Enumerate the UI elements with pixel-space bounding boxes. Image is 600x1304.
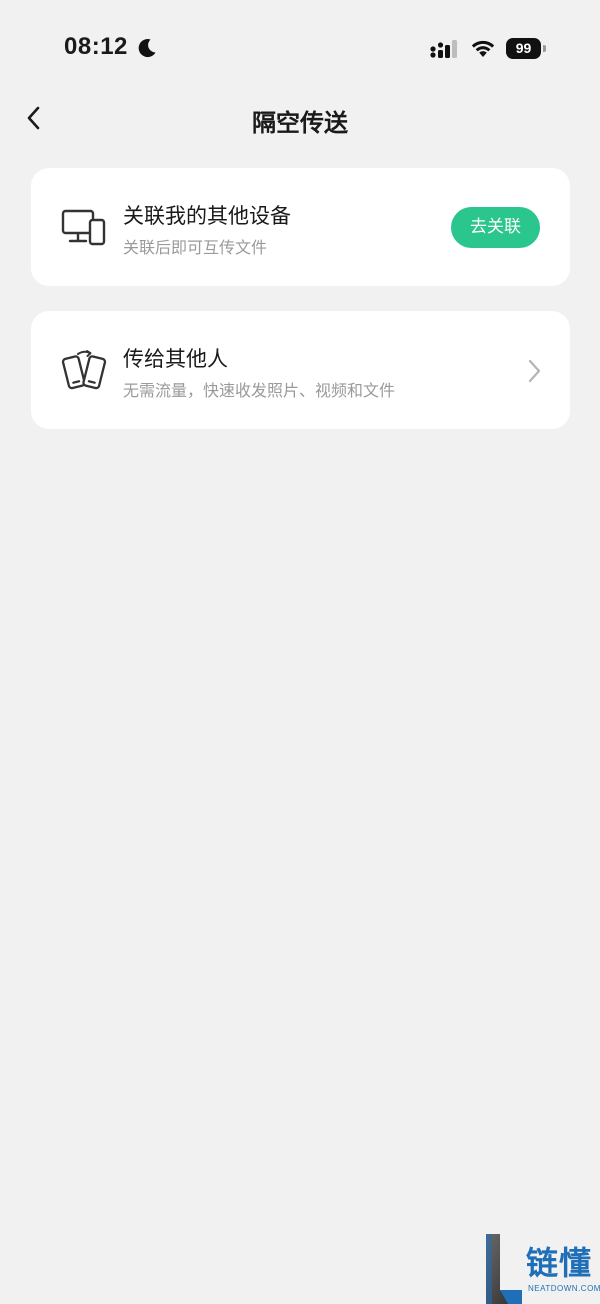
phones-transfer-icon — [61, 350, 107, 390]
battery-icon: 99 — [506, 38, 546, 59]
link-button[interactable]: 去关联 — [451, 207, 540, 248]
battery-tip — [543, 45, 546, 52]
card-subtitle: 无需流量，快速收发照片、视频和文件 — [123, 381, 396, 400]
watermark: 链懂 NEATDOWN.COM — [486, 1234, 600, 1304]
link-devices-card[interactable]: 关联我的其他设备 关联后即可互传文件 去关联 — [31, 168, 570, 286]
card-subtitle: 关联后即可互传文件 — [123, 238, 268, 257]
chevron-right-icon — [528, 359, 541, 383]
status-time: 08:12 — [64, 33, 128, 60]
nav-bar: 隔空传送 — [0, 90, 600, 146]
moon-icon — [138, 39, 156, 58]
watermark-subtext: NEATDOWN.COM — [528, 1284, 600, 1293]
page-title: 隔空传送 — [252, 109, 348, 137]
screen: 08:12 99 隔空传送 关联我的其他设备 关联后即可互传文件 去关联 传给其… — [0, 0, 600, 1304]
cellular-signal-icon — [430, 40, 457, 58]
status-bar: 08:12 99 — [0, 0, 600, 90]
watermark-text: 链懂 — [526, 1244, 593, 1282]
battery-level: 99 — [506, 38, 541, 59]
send-to-others-card[interactable]: 传给其他人 无需流量，快速收发照片、视频和文件 — [31, 311, 570, 429]
card-title: 传给其他人 — [123, 347, 228, 371]
watermark-logo — [486, 1234, 522, 1304]
card-title: 关联我的其他设备 — [123, 204, 291, 228]
monitor-phone-icon — [61, 209, 106, 246]
wifi-icon — [471, 40, 495, 57]
